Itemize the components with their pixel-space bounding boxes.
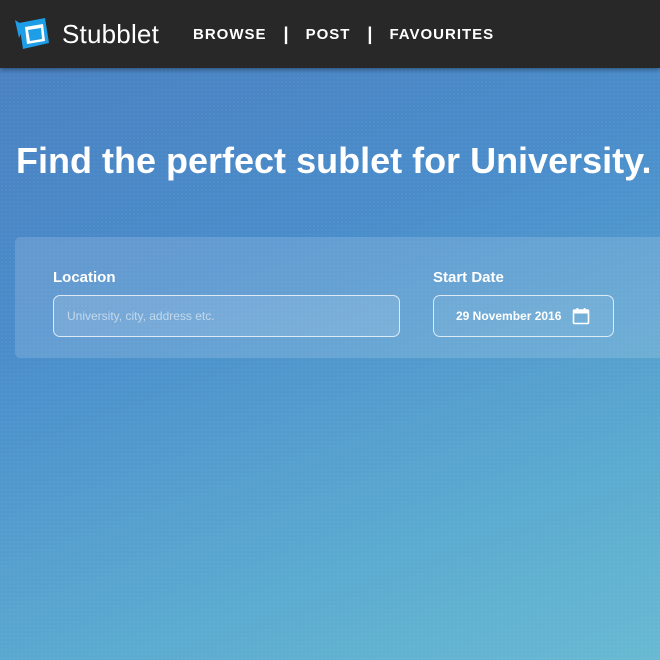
- stubblet-logo-icon: [15, 18, 49, 49]
- nav-favourites-link[interactable]: FAVOURITES: [389, 26, 494, 43]
- nav-browse-link[interactable]: BROWSE: [193, 26, 267, 43]
- brand-name: Stubblet: [62, 18, 160, 49]
- location-label: Location: [53, 269, 116, 286]
- start-date-value: 29 November 2016: [456, 309, 562, 323]
- start-date-picker[interactable]: 29 November 2016: [433, 295, 614, 337]
- hero-title: Find the perfect sublet for University.: [16, 140, 651, 182]
- start-date-label: Start Date: [433, 269, 504, 286]
- location-input[interactable]: [53, 295, 400, 337]
- search-panel: Location Start Date 29 November 2016: [15, 237, 660, 358]
- nav-separator: |: [367, 23, 373, 44]
- nav-separator: |: [283, 23, 289, 44]
- hero-title-part2: sublet for University.: [296, 140, 652, 181]
- hero-title-emphasis: perfect: [166, 140, 287, 181]
- hero-title-part1: Find the: [16, 140, 156, 181]
- calendar-icon[interactable]: [572, 307, 590, 325]
- top-navbar: Stubblet BROWSE | POST | FAVOURITES: [0, 0, 660, 68]
- brand-home-link[interactable]: Stubblet: [15, 16, 159, 52]
- main-nav: BROWSE | POST | FAVOURITES: [193, 24, 494, 45]
- nav-post-link[interactable]: POST: [306, 26, 351, 43]
